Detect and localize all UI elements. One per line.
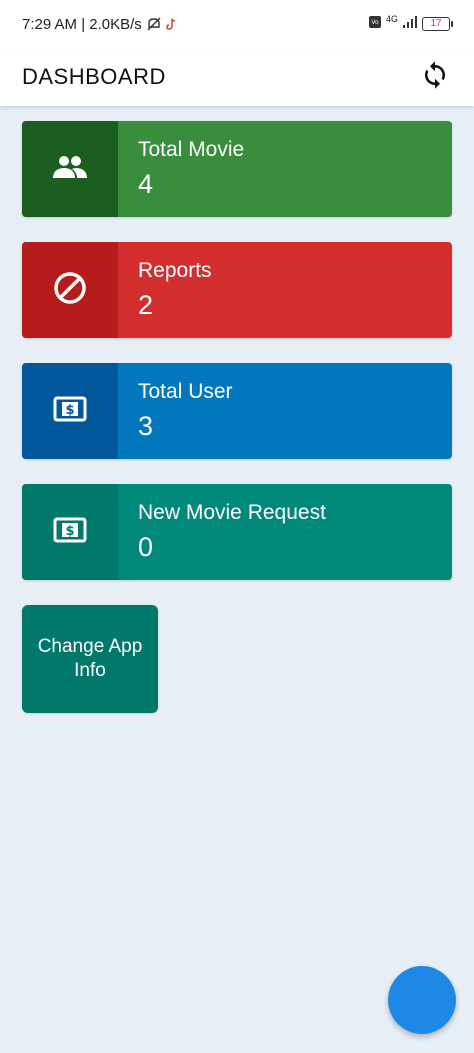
tiktok-icon xyxy=(166,18,176,32)
page-title: DASHBOARD xyxy=(22,64,166,89)
svg-text:$: $ xyxy=(65,403,74,418)
card-value: 2 xyxy=(138,290,154,320)
card-title: New Movie Request xyxy=(138,501,326,524)
card-title: Total User xyxy=(138,380,233,403)
svg-text:$: $ xyxy=(65,524,74,539)
status-right: Vo 4G 17 xyxy=(368,14,453,34)
card-icon-box: $ xyxy=(22,484,118,580)
signal-icon xyxy=(402,15,418,33)
card-value: 3 xyxy=(138,411,154,441)
card-total-user[interactable]: $ Total User 3 xyxy=(22,363,452,459)
card-title: Total Movie xyxy=(138,138,245,161)
change-app-info-button[interactable]: Change App Info xyxy=(22,605,158,713)
card-value: 4 xyxy=(138,169,154,199)
card-body: Total Movie 4 xyxy=(118,121,452,217)
volte-icon: Vo xyxy=(368,14,382,34)
card-icon-box xyxy=(22,242,118,338)
battery-icon: 17 xyxy=(422,17,453,31)
svg-text:Vo: Vo xyxy=(371,19,379,26)
network-label: 4G xyxy=(385,14,398,24)
status-left: 7:29 AM | 2.0KB/s xyxy=(22,16,176,33)
card-icon-box: $ xyxy=(22,363,118,459)
card-body: Reports 2 xyxy=(118,242,452,338)
money-icon: $ xyxy=(53,517,87,548)
card-new-movie-request[interactable]: $ New Movie Request 0 xyxy=(22,484,452,580)
card-total-movie[interactable]: Total Movie 4 xyxy=(22,121,452,217)
people-icon xyxy=(52,154,88,185)
status-time-speed: 7:29 AM | 2.0KB/s xyxy=(22,16,142,33)
refresh-button[interactable] xyxy=(418,60,452,94)
card-reports[interactable]: Reports 2 xyxy=(22,242,452,338)
floating-action-button[interactable] xyxy=(388,966,456,1034)
card-title: Reports xyxy=(138,259,212,282)
money-icon: $ xyxy=(53,396,87,427)
card-body: New Movie Request 0 xyxy=(118,484,452,580)
change-app-info-label: Change App Info xyxy=(37,636,143,681)
mute-icon xyxy=(146,17,162,33)
status-bar: 7:29 AM | 2.0KB/s Vo 4G 17 xyxy=(0,0,474,50)
card-value: 0 xyxy=(138,532,154,562)
refresh-icon xyxy=(420,60,450,95)
block-icon xyxy=(53,271,87,310)
card-body: Total User 3 xyxy=(118,363,452,459)
card-icon-box xyxy=(22,121,118,217)
app-bar: DASHBOARD xyxy=(0,50,474,106)
